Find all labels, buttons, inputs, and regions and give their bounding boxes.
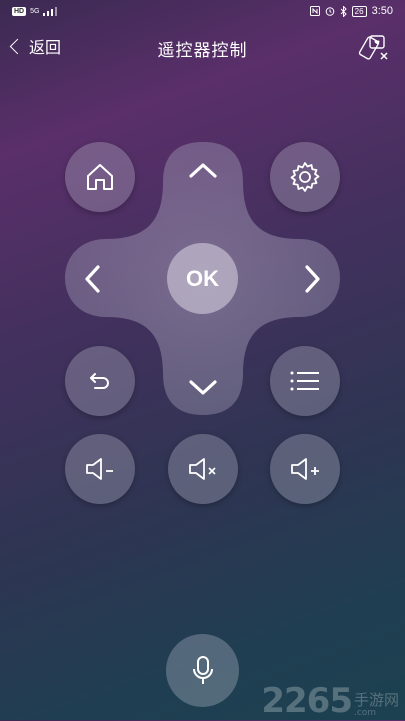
- watermark-domain: .com: [353, 708, 377, 718]
- microphone-icon: [192, 655, 213, 684]
- chevron-down-icon: [189, 380, 217, 395]
- ok-button[interactable]: OK: [167, 243, 238, 314]
- volume-mute-icon: [189, 458, 216, 480]
- status-bar: HD 5G 26 3:50: [0, 0, 405, 22]
- dpad-up-button[interactable]: [182, 150, 224, 190]
- volume-down-icon: [86, 458, 113, 480]
- gear-icon: [290, 162, 320, 192]
- status-left: HD 5G: [12, 6, 58, 16]
- dpad-down-button[interactable]: [182, 368, 224, 408]
- ok-label: OK: [186, 265, 219, 291]
- battery-indicator: 26: [351, 5, 367, 17]
- volume-up-button[interactable]: [270, 434, 340, 504]
- alarm-icon: [325, 7, 334, 16]
- chevron-left-icon: [85, 265, 100, 293]
- voice-input-button[interactable]: [166, 634, 239, 707]
- watermark: 2265 手游网 .com: [261, 684, 399, 718]
- bluetooth-icon: [340, 5, 347, 17]
- watermark-number: 2265: [261, 681, 353, 721]
- app-header: 返回 遥控器控制: [0, 26, 405, 66]
- watermark-text: 手游网: [353, 691, 399, 709]
- clock: 3:50: [371, 5, 393, 17]
- home-icon: [87, 164, 113, 190]
- disconnect-device-icon[interactable]: [357, 34, 393, 64]
- dpad-left-button[interactable]: [72, 258, 112, 300]
- chevron-right-icon: [305, 265, 320, 293]
- home-button[interactable]: [65, 142, 135, 212]
- dpad-right-button[interactable]: [293, 258, 333, 300]
- volume-up-icon: [291, 458, 319, 480]
- status-right: 26 3:50: [309, 5, 393, 17]
- volume-down-button[interactable]: [65, 434, 135, 504]
- settings-button[interactable]: [270, 142, 340, 212]
- chevron-up-icon: [189, 163, 217, 178]
- hd-badge: HD: [12, 6, 27, 16]
- return-icon: [90, 373, 109, 389]
- menu-icon: [290, 371, 319, 391]
- page-title: 遥控器控制: [157, 41, 248, 60]
- nfc-icon: [309, 6, 320, 16]
- return-button[interactable]: [65, 346, 135, 416]
- network-indicator: 5G: [30, 7, 40, 15]
- watermark-side: 手游网 .com: [354, 692, 399, 718]
- signal-icon: [43, 6, 58, 16]
- mute-button[interactable]: [168, 434, 238, 504]
- menu-button[interactable]: [270, 346, 340, 416]
